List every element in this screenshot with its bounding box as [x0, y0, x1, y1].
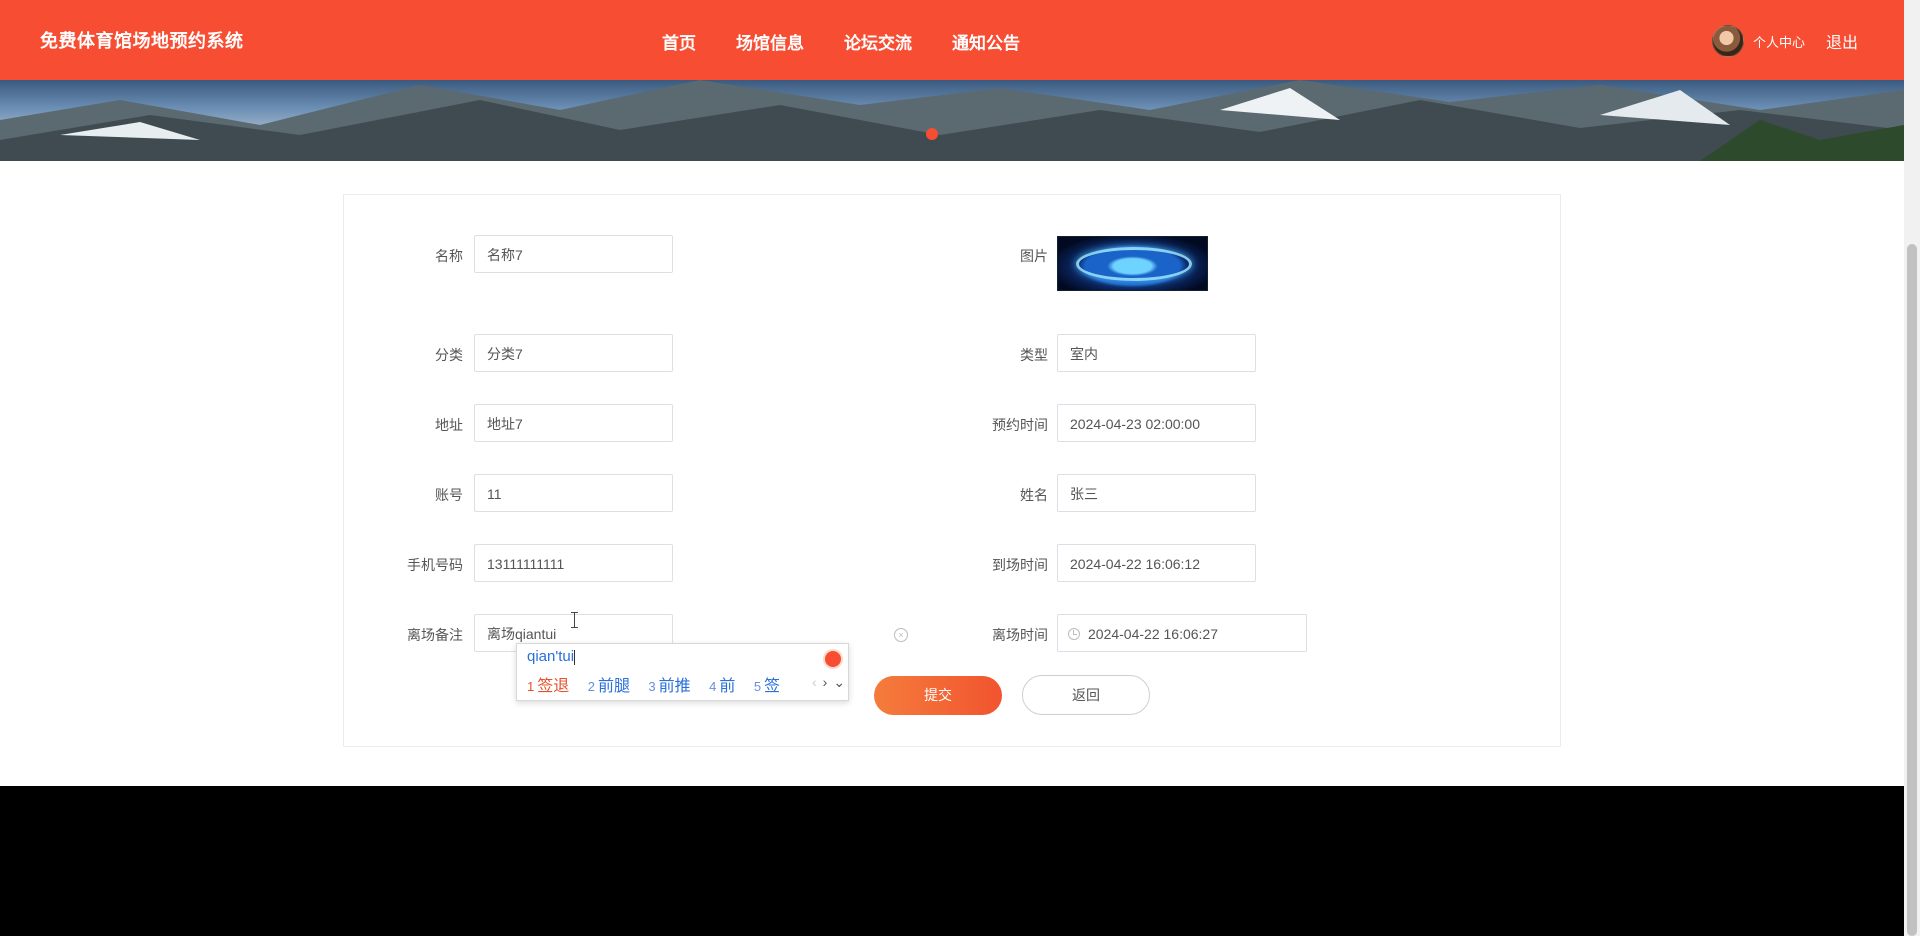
nav-home[interactable]: 首页 — [662, 29, 696, 54]
scrollbar-thumb[interactable] — [1907, 244, 1917, 936]
booking-time-field[interactable]: 2024-04-23 02:00:00 — [1057, 404, 1256, 442]
ime-candidate-window: qian'tui 1 签退 2 前腿 3 前推 4前 5签 ‹ › ⌄ — [516, 643, 849, 701]
candidate-number: 5 — [753, 679, 762, 694]
clock-icon — [1068, 628, 1080, 640]
type-label: 类型 — [1020, 347, 1048, 363]
ibeam-cursor — [571, 612, 578, 628]
nav-venue-info[interactable]: 场馆信息 — [736, 29, 804, 54]
submit-button[interactable]: 提交 — [874, 676, 1002, 715]
ime-candidate[interactable]: 2 前腿 — [588, 672, 630, 696]
user-avatar[interactable] — [1712, 25, 1744, 57]
name-label: 名称 — [435, 248, 463, 264]
candidate-number: 1 — [527, 679, 535, 694]
leave-remark-label: 离场备注 — [407, 627, 463, 643]
top-navbar: 免费体育馆场地预约系统 首页 场馆信息 论坛交流 通知公告 个人中心 退出 — [0, 0, 1904, 80]
address-field[interactable]: 地址7 — [474, 404, 673, 442]
back-button[interactable]: 返回 — [1022, 675, 1150, 715]
nav-notices[interactable]: 通知公告 — [952, 29, 1020, 54]
clear-icon[interactable]: × — [894, 628, 908, 642]
banner-carousel — [0, 80, 1904, 161]
image-label: 图片 — [1020, 248, 1048, 264]
category-field[interactable]: 分类7 — [474, 334, 673, 372]
account-field[interactable]: 11 — [474, 474, 673, 512]
page-footer — [0, 786, 1904, 936]
arrival-time-label: 到场时间 — [992, 557, 1048, 573]
person-name-field[interactable]: 张三 — [1057, 474, 1256, 512]
candidate-text: 签 — [764, 678, 781, 695]
name-person-label: 姓名 — [1020, 487, 1048, 503]
arrival-time-field[interactable]: 2024-04-22 16:06:12 — [1057, 544, 1256, 582]
candidate-text: 前 — [719, 678, 736, 695]
address-label: 地址 — [435, 417, 463, 433]
nav-forum[interactable]: 论坛交流 — [844, 29, 912, 54]
phone-label: 手机号码 — [407, 557, 463, 573]
site-title: 免费体育馆场地预约系统 — [40, 31, 244, 51]
ime-candidate-list: 1 签退 2 前腿 3 前推 4前 5签 — [527, 672, 794, 696]
candidate-text: 前腿 — [597, 678, 630, 695]
phone-field[interactable]: 13111111111 — [474, 544, 673, 582]
candidate-number: 2 — [587, 679, 595, 694]
leave-time-picker[interactable]: 2024-04-22 16:06:27 — [1057, 614, 1307, 652]
ime-candidate[interactable]: 1 签退 — [527, 672, 569, 696]
name-field[interactable]: 名称7 — [474, 235, 673, 273]
candidate-number: 3 — [648, 679, 656, 694]
booking-time-label: 预约时间 — [992, 417, 1048, 433]
candidate-text: 前推 — [658, 678, 691, 695]
type-field[interactable]: 室内 — [1057, 334, 1256, 372]
chevron-down-icon[interactable]: ⌄ — [833, 674, 845, 690]
mountain-banner-image — [0, 80, 1904, 161]
candidate-number: 4 — [709, 679, 717, 694]
chevron-left-icon[interactable]: ‹ — [812, 674, 817, 690]
carousel-indicator-dot[interactable] — [926, 128, 938, 140]
account-label: 账号 — [435, 487, 463, 503]
chevron-right-icon[interactable]: › — [823, 674, 828, 690]
ime-composition: qian'tui — [527, 648, 576, 665]
vertical-scrollbar[interactable] — [1904, 0, 1920, 936]
ime-composition-text: qian'tui — [527, 648, 575, 665]
ime-page-controls: ‹ › ⌄ — [812, 674, 851, 691]
ime-candidate[interactable]: 3 前推 — [648, 672, 690, 696]
venue-image-thumbnail[interactable] — [1057, 236, 1208, 291]
candidate-text: 签退 — [537, 678, 570, 695]
ime-candidate[interactable]: 5签 — [754, 672, 780, 696]
logout-link[interactable]: 退出 — [1826, 29, 1858, 53]
leave-time-label: 离场时间 — [992, 627, 1048, 643]
category-label: 分类 — [435, 347, 463, 363]
ime-candidate[interactable]: 4前 — [709, 672, 735, 696]
user-center-link[interactable]: 个人中心 — [1753, 32, 1805, 51]
ime-logo-icon[interactable] — [823, 649, 843, 669]
